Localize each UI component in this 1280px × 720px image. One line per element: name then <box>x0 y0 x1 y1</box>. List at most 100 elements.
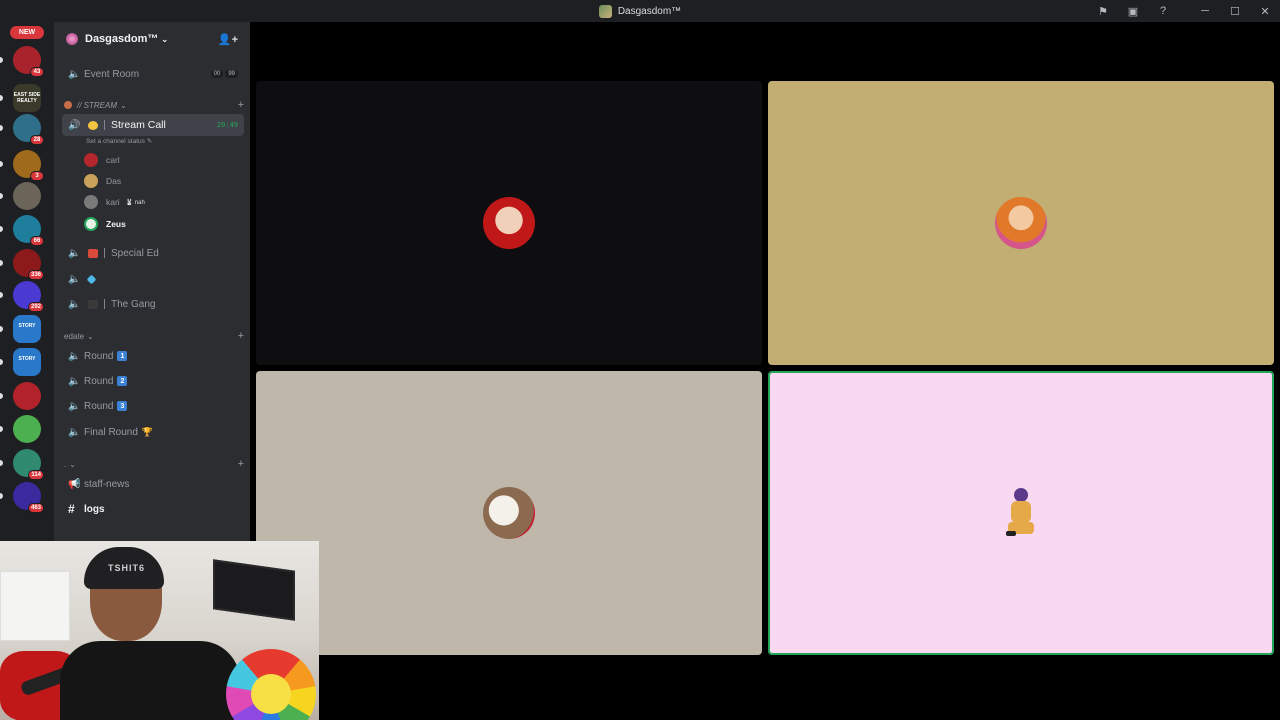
unread-pill <box>0 161 3 167</box>
titlebar-icons: ⚑ ▣ ? ─ ☐ ✕ <box>1088 0 1280 22</box>
avatar <box>84 174 98 188</box>
server-thumbnail-icon <box>598 4 612 18</box>
voice-user[interactable]: Das <box>84 172 121 190</box>
participant-avatar <box>483 487 535 539</box>
chevron-down-icon: ⌄ <box>69 459 76 469</box>
unread-pill <box>0 193 3 199</box>
server-icon[interactable]: 28 <box>13 114 44 145</box>
close-icon[interactable]: ✕ <box>1250 0 1280 22</box>
maximize-icon[interactable]: ☐ <box>1220 0 1250 22</box>
channel-round-3[interactable]: 🔈 Round 3 <box>62 395 244 417</box>
sun-emoji-icon <box>88 120 98 130</box>
window-title-wrap: Dasgasdom™ <box>598 4 681 18</box>
server-icon[interactable]: STORY <box>13 315 41 343</box>
video-tile[interactable] <box>256 371 762 655</box>
server-icon[interactable] <box>13 182 41 210</box>
chevron-down-icon: ⌄ <box>161 34 169 44</box>
channel-round-1[interactable]: 🔈 Round 1 <box>62 345 244 367</box>
channel-staff-news[interactable]: 📢 staff-news <box>62 473 244 495</box>
server-icon[interactable]: 292 <box>13 281 44 312</box>
category-edate[interactable]: edate ⌄ + <box>64 329 244 343</box>
mention-badge: 114 <box>28 470 44 480</box>
voice-user[interactable]: kari 🐰 nah <box>84 193 145 211</box>
mention-badge: 66 <box>30 236 44 246</box>
flag-icon[interactable]: ⚑ <box>1088 0 1118 22</box>
unread-pill <box>0 260 3 266</box>
category-dot[interactable]: . ⌄ + <box>64 457 244 471</box>
pencil-icon: ✎ <box>146 138 153 145</box>
category-label: edate <box>64 331 85 341</box>
channel-logs[interactable]: # logs <box>62 498 244 520</box>
channel-event-room[interactable]: 🔈 Event Room 00 99 <box>62 63 244 85</box>
channel-label: staff-news <box>84 478 130 490</box>
participant-avatar <box>483 197 535 249</box>
speaker-icon: 🔈 <box>68 247 81 259</box>
guild-header[interactable]: Dasgasdom™ ⌄ 👤+ <box>54 22 250 56</box>
mention-badge: 463 <box>27 503 44 513</box>
speaker-icon: 🔈 <box>68 68 81 80</box>
unread-pill <box>0 426 3 432</box>
channel-round-2[interactable]: 🔈 Round 2 <box>62 370 244 392</box>
minimize-icon[interactable]: ─ <box>1190 0 1220 22</box>
speaker-icon: 🔈 <box>68 426 81 438</box>
mention-badge: 336 <box>27 270 44 280</box>
inbox-icon[interactable]: ▣ <box>1118 0 1148 22</box>
server-icon[interactable]: STORY <box>13 348 41 376</box>
channel-special-ed[interactable]: 🔈 Special Ed <box>62 242 244 264</box>
server-icon[interactable]: 66 <box>13 215 44 246</box>
category-label: . <box>64 459 67 469</box>
channel-label: Round <box>84 350 114 362</box>
channel-gem[interactable]: 🔈 <box>62 268 244 290</box>
speaker-active-icon: 🔊 <box>68 119 81 131</box>
unread-pill <box>0 359 3 365</box>
channel-the-gang[interactable]: 🔈 The Gang <box>62 293 244 315</box>
avatar <box>84 217 98 231</box>
server-icon[interactable]: 336 <box>13 249 44 280</box>
speaker-icon: 🔈 <box>68 298 81 310</box>
video-tile-speaking[interactable] <box>768 371 1274 655</box>
add-channel-icon[interactable]: + <box>238 99 244 111</box>
trophy-icon: 🏆 <box>141 426 154 437</box>
channel-label: Round <box>84 375 114 387</box>
channel-status-prompt[interactable]: Set a channel status ✎ <box>86 137 152 145</box>
call-timer: 20:49 <box>216 121 238 129</box>
add-channel-icon[interactable]: + <box>238 458 244 470</box>
channel-stream-call[interactable]: 🔊 Stream Call 20:49 <box>62 114 244 136</box>
channel-final-round[interactable]: 🔈 Final Round 🏆 <box>62 421 244 443</box>
user-limit-badge: 00 99 <box>210 70 238 78</box>
new-badge[interactable]: NEW <box>10 26 44 39</box>
mention-badge: 292 <box>27 302 44 312</box>
speaker-icon: 🔈 <box>68 273 81 285</box>
category-label: // STREAM <box>77 100 118 110</box>
gem-emoji-icon <box>86 274 97 284</box>
beanie-text: TSHIT6 <box>108 563 146 573</box>
category-stream[interactable]: // STREAM ⌄ + <box>64 98 244 112</box>
unread-pill <box>0 57 3 63</box>
server-icon[interactable] <box>13 415 41 443</box>
channel-label: Stream Call <box>111 119 166 131</box>
add-channel-icon[interactable]: + <box>238 330 244 342</box>
channel-label: Final Round <box>84 426 138 438</box>
hash-icon: # <box>68 502 75 516</box>
video-tile[interactable] <box>256 81 762 365</box>
server-icon[interactable]: 114 <box>13 449 44 480</box>
server-icon[interactable]: 43 <box>13 46 44 77</box>
server-icon[interactable]: 463 <box>13 482 44 513</box>
round-number-badge: 2 <box>117 376 128 386</box>
help-icon[interactable]: ? <box>1148 0 1178 22</box>
video-tile[interactable] <box>768 81 1274 365</box>
unread-pill <box>0 95 3 101</box>
voice-user[interactable]: Zeus <box>84 215 126 233</box>
add-member-icon[interactable]: 👤+ <box>218 33 238 46</box>
server-icon[interactable] <box>13 382 41 410</box>
server-icon[interactable]: EAST SIDE REALTY <box>13 84 41 112</box>
server-icon[interactable]: 3 <box>13 150 44 181</box>
streamer-webcam: TSHIT6 <box>0 541 319 720</box>
guild-name: Dasgasdom™ <box>85 33 159 45</box>
voice-user[interactable]: carl <box>84 151 120 169</box>
user-status-text: 🐰 nah <box>125 199 145 206</box>
channel-label: logs <box>84 503 105 515</box>
unread-pill <box>0 393 3 399</box>
avatar <box>84 195 98 209</box>
participant-avatar <box>1006 488 1036 538</box>
